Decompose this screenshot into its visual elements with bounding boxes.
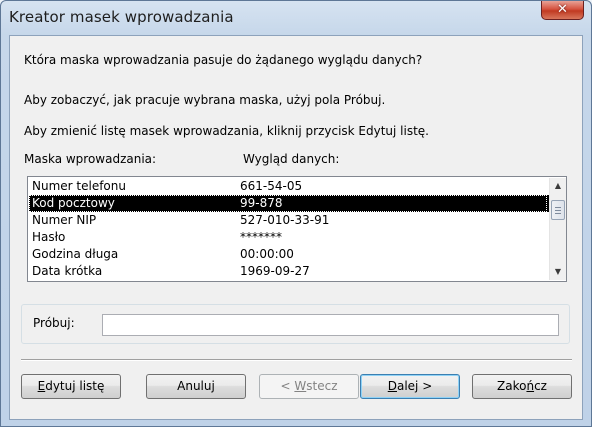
separator-line: [21, 359, 572, 361]
back-button[interactable]: < Wstecz: [259, 374, 359, 399]
data-look-cell: 1969-09-27: [240, 264, 310, 278]
mask-name-cell: Numer telefonu: [32, 179, 126, 193]
try-label: Próbuj:: [33, 316, 75, 330]
list-item[interactable]: Numer telefonu 661-54-05: [29, 178, 549, 195]
title-bar[interactable]: Kreator masek wprowadzania ✕: [1, 1, 591, 35]
hint-edit-text: Aby zmienić listę masek wprowadzania, kl…: [24, 124, 429, 138]
question-text: Która maska wprowadzania pasuje do żądan…: [24, 53, 423, 67]
list-item[interactable]: Hasło *******: [29, 229, 549, 246]
list-item[interactable]: Data krótka 1969-09-27: [29, 263, 549, 280]
list-item[interactable]: Godzina długa 00:00:00: [29, 246, 549, 263]
try-group: Próbuj:: [21, 304, 570, 344]
scroll-thumb[interactable]: [551, 200, 565, 220]
close-icon: ✕: [557, 2, 568, 17]
try-input[interactable]: [102, 314, 559, 336]
mask-name-cell: Hasło: [32, 230, 66, 244]
mask-column-header: Maska wprowadzania:: [24, 152, 157, 166]
data-look-cell: 527-010-33-91: [240, 213, 330, 227]
scroll-up-arrow-icon[interactable]: ▲: [550, 178, 566, 194]
dialog-content: Która maska wprowadzania pasuje do żądan…: [9, 35, 583, 420]
data-look-cell: 661-54-05: [240, 179, 303, 193]
window-title: Kreator masek wprowadzania: [9, 8, 234, 26]
mask-name-cell: Kod pocztowy: [32, 196, 115, 210]
next-button[interactable]: Dalej >: [360, 374, 460, 399]
look-column-header: Wygląd danych:: [243, 152, 340, 166]
close-button[interactable]: ✕: [541, 1, 584, 20]
list-scrollbar[interactable]: ▲ ▼: [549, 178, 566, 280]
mask-name-cell: Godzina długa: [32, 247, 119, 261]
data-look-cell: *******: [240, 230, 282, 244]
cancel-button[interactable]: Anuluj: [146, 374, 246, 399]
finish-button[interactable]: Zakończ: [472, 374, 572, 399]
hint-try-text: Aby zobaczyć, jak pracuje wybrana maska,…: [24, 93, 386, 107]
data-look-cell: 99-878: [240, 196, 283, 210]
input-mask-list[interactable]: Numer telefonu 661-54-05 Kod pocztowy 99-87…: [27, 176, 567, 282]
list-item[interactable]: Numer NIP 527-010-33-91: [29, 212, 549, 229]
edit-list-button[interactable]: Edytuj listę: [21, 374, 121, 399]
mask-name-cell: Numer NIP: [32, 213, 97, 227]
mask-name-cell: Data krótka: [32, 264, 103, 278]
data-look-cell: 00:00:00: [240, 247, 294, 261]
list-item[interactable]: Kod pocztowy 99-878: [29, 195, 549, 212]
dialog-window: Kreator masek wprowadzania ✕ Która maska…: [0, 0, 592, 427]
scroll-down-arrow-icon[interactable]: ▼: [550, 264, 566, 280]
